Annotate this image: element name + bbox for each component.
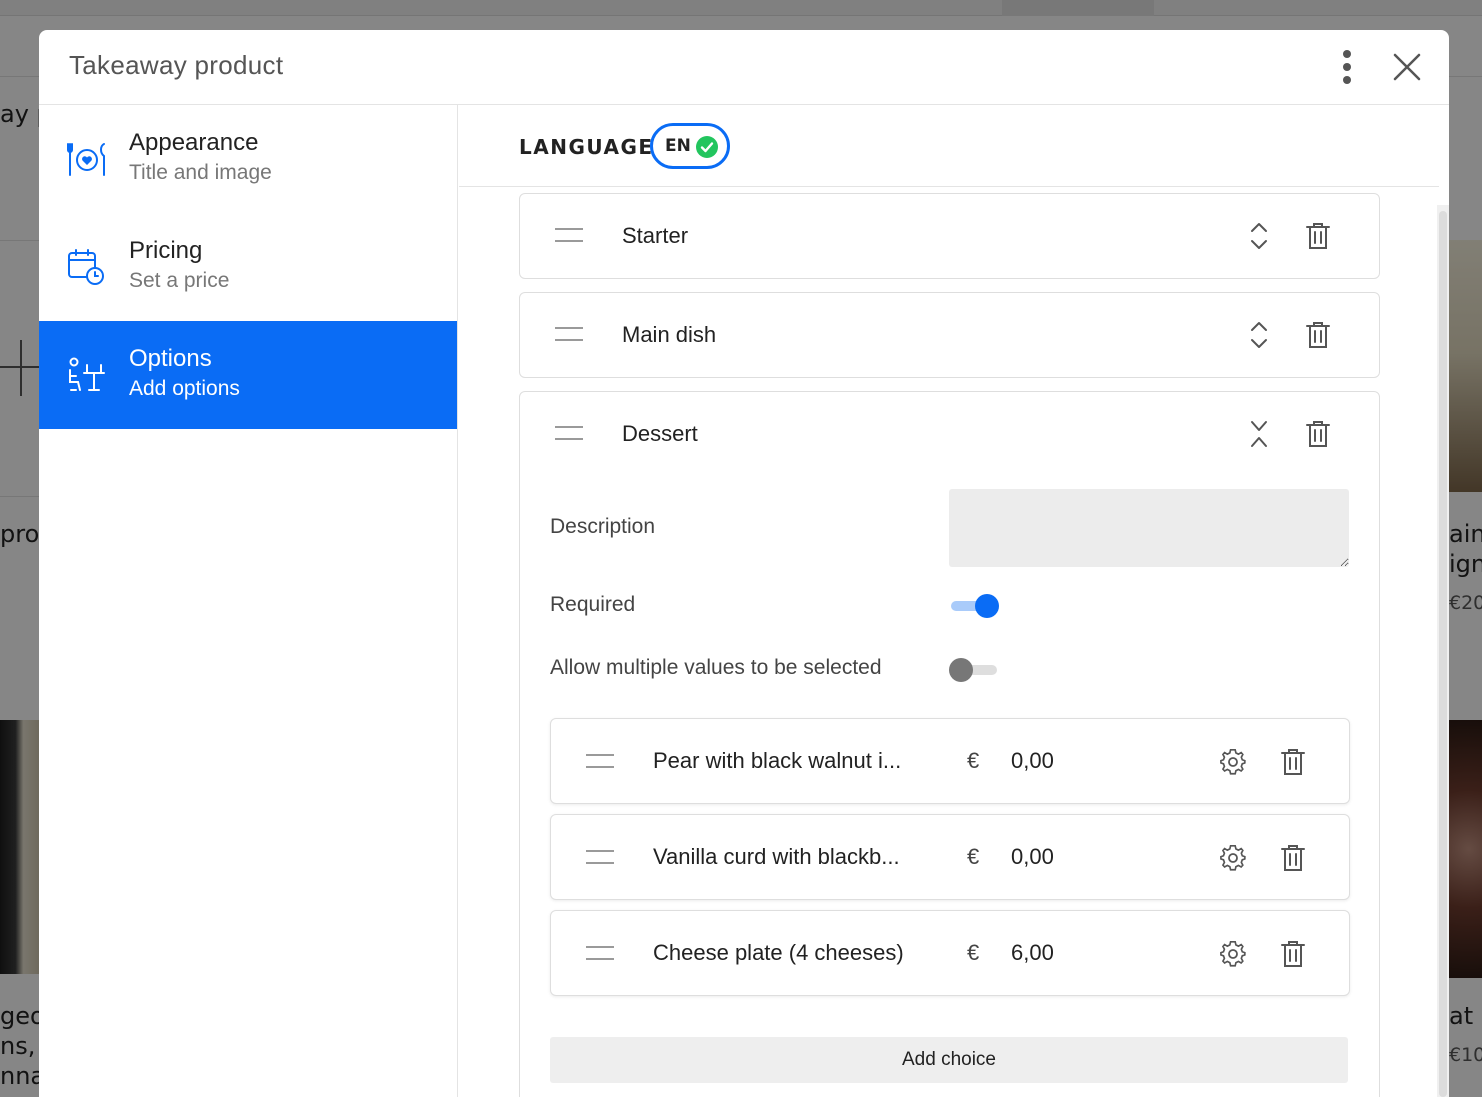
drag-handle-icon[interactable] xyxy=(586,850,614,866)
options-panel: LANGUAGE EN Starter Main dish Dessert De… xyxy=(459,105,1449,1097)
sidebar-item-sublabel: Title and image xyxy=(129,161,272,184)
choice-row: Cheese plate (4 cheeses) € 6,00 xyxy=(550,910,1350,996)
sidebar-item-sublabel: Add options xyxy=(129,377,240,400)
trash-icon[interactable] xyxy=(1305,420,1331,448)
add-choice-button[interactable]: Add choice xyxy=(550,1037,1348,1083)
gear-icon[interactable] xyxy=(1220,844,1246,872)
calendar-clock-icon xyxy=(67,247,107,287)
trash-icon[interactable] xyxy=(1305,222,1331,250)
drag-handle-icon[interactable] xyxy=(555,327,583,343)
sidebar-item-appearance[interactable]: Appearance Title and image xyxy=(39,105,457,213)
plate-heart-icon xyxy=(67,139,107,179)
language-selector[interactable]: EN xyxy=(650,123,730,169)
drag-handle-icon[interactable] xyxy=(586,946,614,962)
currency-symbol: € xyxy=(967,940,980,965)
sidebar-item-label: Options xyxy=(129,345,212,372)
choice-name[interactable]: Pear with black walnut i... xyxy=(653,748,915,774)
trash-icon[interactable] xyxy=(1280,748,1306,776)
modal-header: Takeaway product xyxy=(39,30,1449,105)
takeaway-product-modal: Takeaway product Appearance Title and im… xyxy=(39,30,1449,1097)
drag-handle-icon[interactable] xyxy=(555,426,583,442)
check-circle-icon xyxy=(696,136,718,158)
option-group-card-expanded: Dessert Description Required Allow multi… xyxy=(519,391,1380,1097)
expand-icon[interactable] xyxy=(1246,222,1272,250)
language-label: LANGUAGE xyxy=(519,135,654,159)
gear-icon[interactable] xyxy=(1220,748,1246,776)
close-icon[interactable] xyxy=(1391,50,1423,84)
trash-icon[interactable] xyxy=(1280,844,1306,872)
option-group-title: Dessert xyxy=(622,421,698,446)
currency-symbol: € xyxy=(967,844,980,869)
modal-title: Takeaway product xyxy=(69,50,284,80)
choice-name[interactable]: Cheese plate (4 cheeses) xyxy=(653,940,915,966)
multiple-values-toggle[interactable] xyxy=(949,656,999,684)
choice-row: Vanilla curd with blackb... € 0,00 xyxy=(550,814,1350,900)
required-label: Required xyxy=(550,593,636,616)
currency-symbol: € xyxy=(967,748,980,773)
option-group-title: Starter xyxy=(622,223,689,248)
scrollbar-thumb[interactable] xyxy=(1439,211,1447,1097)
sidebar: Appearance Title and image Pricing Set a… xyxy=(39,105,458,1097)
option-group-title: Main dish xyxy=(622,322,717,347)
trash-icon[interactable] xyxy=(1305,321,1331,349)
multiple-values-label: Allow multiple values to be selected xyxy=(550,656,882,679)
sidebar-item-pricing[interactable]: Pricing Set a price xyxy=(39,213,457,321)
choice-price[interactable]: 6,00 xyxy=(1011,940,1054,966)
expand-icon[interactable] xyxy=(1246,321,1272,349)
description-input[interactable] xyxy=(949,489,1349,567)
trash-icon[interactable] xyxy=(1280,940,1306,968)
drag-handle-icon[interactable] xyxy=(555,228,583,244)
gear-icon[interactable] xyxy=(1220,940,1246,968)
sidebar-item-label: Pricing xyxy=(129,237,203,264)
option-group-card: Starter xyxy=(519,193,1380,279)
language-bar: LANGUAGE EN xyxy=(459,105,1439,187)
choice-price[interactable]: 0,00 xyxy=(1011,748,1054,774)
sidebar-item-sublabel: Set a price xyxy=(129,269,230,292)
more-options-icon[interactable] xyxy=(1335,50,1359,84)
required-toggle[interactable] xyxy=(949,592,999,620)
sidebar-item-options[interactable]: Options Add options xyxy=(39,321,457,429)
options-icon xyxy=(67,355,107,395)
sidebar-item-label: Appearance xyxy=(129,129,259,156)
choice-name[interactable]: Vanilla curd with blackb... xyxy=(653,844,915,870)
choice-row: Pear with black walnut i... € 0,00 xyxy=(550,718,1350,804)
language-code: EN xyxy=(665,136,691,156)
drag-handle-icon[interactable] xyxy=(586,754,614,770)
choice-price[interactable]: 0,00 xyxy=(1011,844,1054,870)
description-label: Description xyxy=(550,515,656,538)
collapse-icon[interactable] xyxy=(1246,420,1272,448)
option-group-card: Main dish xyxy=(519,292,1380,378)
